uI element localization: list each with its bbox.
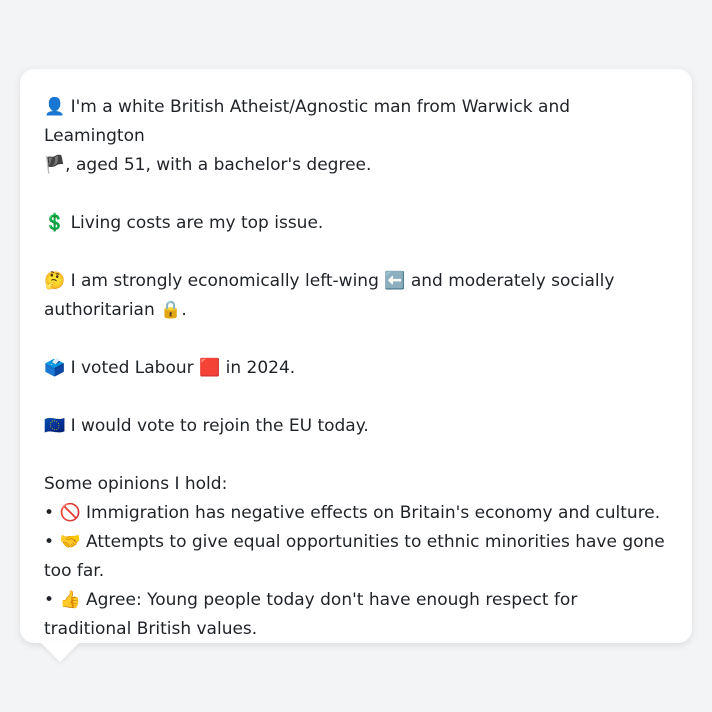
thumbs-up-icon: 👍: [59, 590, 81, 610]
issue-text: Living costs are my top issue.: [70, 213, 324, 233]
eu-paragraph: 🇪🇺 I would vote to rejoin the EU today.: [44, 412, 668, 441]
opinions-heading: Some opinions I hold:: [44, 474, 228, 494]
person-icon: 👤: [44, 97, 66, 117]
red-square-icon: 🟥: [199, 358, 221, 378]
intro-paragraph: 👤 I'm a white British Atheist/Agnostic m…: [44, 93, 668, 180]
england-flag-icon: 🏴: [44, 155, 66, 175]
message-bubble: 👤 I'm a white British Atheist/Agnostic m…: [20, 69, 692, 643]
issue-paragraph: 💲 Living costs are my top issue.: [44, 209, 668, 238]
prohibited-icon: 🚫: [59, 503, 81, 523]
handshake-icon: 🤝: [59, 532, 81, 552]
opinions-paragraph: Some opinions I hold: • 🚫 Immigration ha…: [44, 470, 668, 644]
politics-text-economic: I am strongly economically left-wing: [70, 271, 379, 291]
vote-text: I voted Labour: [70, 358, 194, 378]
intro-text: I'm a white British Atheist/Agnostic man…: [44, 97, 571, 146]
left-arrow-icon: ⬅️: [384, 271, 406, 291]
vote-year-text: in 2024.: [225, 358, 296, 378]
opinion-text: Agree: Young people today don't have eno…: [44, 590, 578, 639]
thinking-face-icon: 🤔: [44, 271, 66, 291]
lock-icon: 🔒: [160, 300, 182, 320]
intro-text-age: , aged 51, with a bachelor's degree.: [65, 155, 372, 175]
politics-text-end: .: [181, 300, 187, 320]
bullet: •: [44, 503, 55, 523]
bullet: •: [44, 590, 55, 610]
eu-text: I would vote to rejoin the EU today.: [70, 416, 369, 436]
dollar-icon: 💲: [44, 213, 66, 233]
politics-text-social: and moderately socially: [410, 271, 615, 291]
opinion-item: • 🤝 Attempts to give equal opportunities…: [44, 528, 668, 586]
opinion-text: Attempts to give equal opportunities to …: [44, 532, 665, 581]
opinion-text: Immigration has negative effects on Brit…: [86, 503, 661, 523]
vote-paragraph: 🗳️ I voted Labour 🟥 in 2024.: [44, 354, 668, 383]
ballot-box-icon: 🗳️: [44, 358, 66, 378]
bubble-tail: [40, 642, 80, 662]
opinion-item: • 👍 Agree: Young people today don't have…: [44, 586, 668, 644]
bullet: •: [44, 532, 55, 552]
opinion-item: • 🚫 Immigration has negative effects on …: [44, 499, 668, 528]
politics-text-authoritarian: authoritarian: [44, 300, 155, 320]
eu-flag-icon: 🇪🇺: [44, 416, 66, 436]
politics-paragraph: 🤔 I am strongly economically left-wing ⬅…: [44, 267, 668, 325]
